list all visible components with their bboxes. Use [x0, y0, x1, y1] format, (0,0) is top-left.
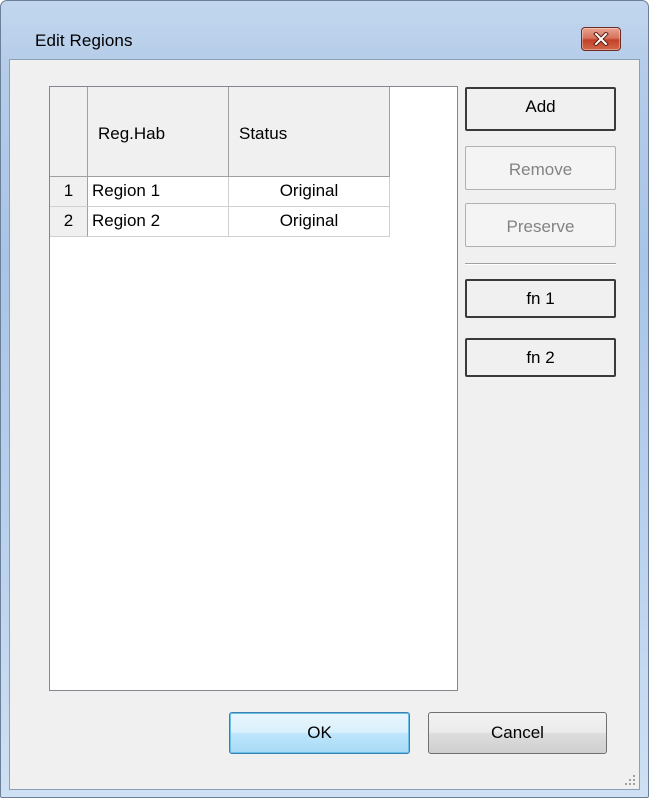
- window-title: Edit Regions: [35, 31, 133, 50]
- regions-grid[interactable]: Reg.Hab Status 1 Region 1 Original 2 Reg…: [49, 86, 458, 691]
- column-header-status[interactable]: Status: [229, 87, 390, 177]
- button-separator: [465, 263, 616, 265]
- row-header[interactable]: 1: [50, 177, 88, 207]
- close-icon: [593, 32, 609, 46]
- grid-cell-region[interactable]: Region 1: [88, 177, 229, 207]
- grid-corner-header[interactable]: [50, 87, 88, 177]
- remove-button[interactable]: Remove: [465, 146, 616, 190]
- fn2-button[interactable]: fn 2: [465, 338, 616, 377]
- dialog-client-area: Reg.Hab Status 1 Region 1 Original 2 Reg…: [9, 59, 640, 790]
- grid-cell-status[interactable]: Original: [229, 177, 390, 207]
- dialog-window: Edit Regions Reg.Hab Status 1 Region 1 O…: [0, 0, 649, 798]
- add-button[interactable]: Add: [465, 87, 616, 131]
- resize-grip-icon[interactable]: [622, 772, 636, 786]
- column-header-label: Reg.Hab: [98, 124, 166, 143]
- fn1-button[interactable]: fn 1: [465, 279, 616, 318]
- grid-cell-status[interactable]: Original: [229, 207, 390, 237]
- close-button[interactable]: [581, 27, 621, 51]
- ok-button[interactable]: OK: [229, 712, 410, 754]
- column-header-label: Status: [239, 124, 288, 143]
- title-bar[interactable]: Edit Regions: [1, 1, 648, 59]
- preserve-button[interactable]: Preserve: [465, 203, 616, 247]
- cancel-button[interactable]: Cancel: [428, 712, 607, 754]
- row-header[interactable]: 2: [50, 207, 88, 237]
- grid-cell-region[interactable]: Region 2: [88, 207, 229, 237]
- column-header-reg-hab[interactable]: Reg.Hab: [88, 87, 229, 177]
